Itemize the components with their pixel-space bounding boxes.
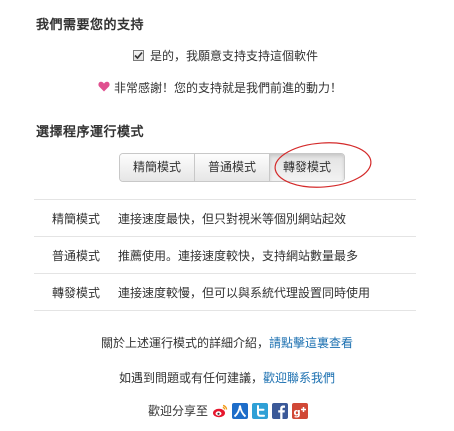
support-checkbox[interactable] <box>133 50 144 61</box>
weibo-icon[interactable] <box>212 402 229 419</box>
mode-button-normal[interactable]: 普通模式 <box>195 154 271 181</box>
share-label: 歡迎分享至 <box>148 404 209 418</box>
renren-icon[interactable] <box>232 402 249 419</box>
mode-name: 精簡模式 <box>51 211 100 226</box>
mode-button-forward[interactable]: 轉發模式 <box>270 154 345 181</box>
mode-section-title: 選擇程序運行模式 <box>36 125 145 140</box>
google-plus-icon[interactable]: g <box>292 402 309 419</box>
share-bar: 歡迎分享至 g <box>148 402 309 419</box>
thanks-message: 非常感謝！您的支持就是我們前進的動力！ <box>98 79 342 96</box>
facebook-icon[interactable] <box>272 402 289 419</box>
mode-intro-line: 關於上述運行模式的詳細介紹，請點擊這裏查看 <box>0 334 454 351</box>
table-row: 轉發模式 連接速度較慢，但可以與系統代理設置同時使用 <box>34 274 416 311</box>
mode-intro-text: 關於上述運行模式的詳細介紹， <box>100 336 269 350</box>
mode-description-table: 精簡模式 連接速度最快，但只對視米等個別網站起效 普通模式 推薦使用。連接速度較… <box>34 199 416 311</box>
support-checkbox-label: 是的，我願意支持支持這個軟件 <box>150 49 319 63</box>
contact-link[interactable]: 歡迎聯系我們 <box>263 371 335 385</box>
mode-description: 連接速度較慢，但可以與系統代理設置同時使用 <box>118 285 371 300</box>
twitter-icon[interactable] <box>252 402 269 419</box>
mode-description: 推薦使用。連接速度較快，支持網站數量最多 <box>118 248 359 263</box>
table-row: 精簡模式 連接速度最快，但只對視米等個別網站起效 <box>34 199 416 237</box>
thanks-text: 非常感謝！您的支持就是我們前進的動力！ <box>114 81 343 95</box>
mode-name: 轉發模式 <box>51 285 100 300</box>
contact-line: 如遇到問題或有任何建議，歡迎聯系我們 <box>0 369 454 386</box>
mode-description: 連接速度最快，但只對視米等個別網站起效 <box>118 211 347 226</box>
checkmark-icon <box>134 51 143 60</box>
mode-selector: 精簡模式 普通模式 轉發模式 <box>119 153 346 182</box>
mode-name: 普通模式 <box>51 248 100 263</box>
mode-intro-link[interactable]: 請點擊這裏查看 <box>269 336 353 350</box>
table-row: 普通模式 推薦使用。連接速度較快，支持網站數量最多 <box>34 237 416 274</box>
support-section-title: 我們需要您的支持 <box>36 18 145 33</box>
support-checkbox-row[interactable]: 是的，我願意支持支持這個軟件 <box>133 47 318 64</box>
contact-text: 如遇到問題或有任何建議， <box>118 371 263 385</box>
svg-text:g: g <box>294 407 301 418</box>
mode-button-lite[interactable]: 精簡模式 <box>120 154 196 181</box>
heart-icon <box>98 81 110 95</box>
